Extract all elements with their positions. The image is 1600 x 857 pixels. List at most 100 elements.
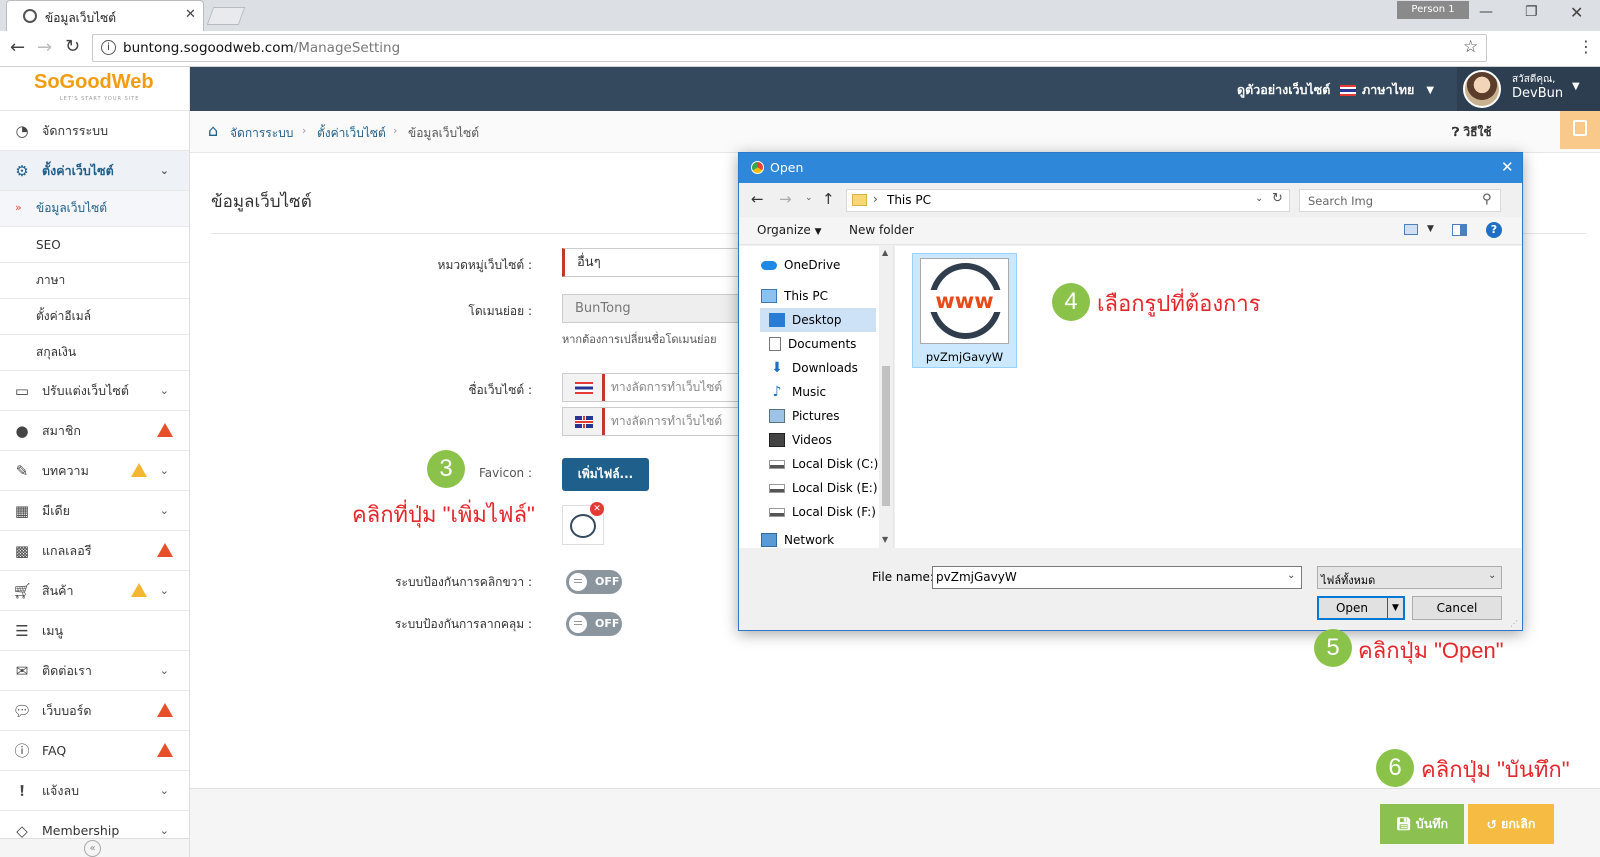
sidebar-item-dashboard[interactable]: ◔ จัดการระบบ bbox=[0, 111, 189, 151]
bookmark-star-icon[interactable]: ☆ bbox=[1463, 37, 1478, 57]
sidebar-item-products[interactable]: 🛒︎ สินค้า ⌄ bbox=[0, 571, 189, 611]
guide-book-button[interactable] bbox=[1560, 111, 1600, 149]
sidebar-subitem-email[interactable]: ตั้งค่าอีเมล์ bbox=[0, 299, 189, 335]
dialog-close-icon[interactable]: ✕ bbox=[1501, 158, 1514, 176]
sidebar-subitem-currency[interactable]: สกุลเงิน bbox=[0, 335, 189, 371]
minimize-icon[interactable]: — bbox=[1479, 4, 1493, 20]
nav-scrollbar[interactable]: ▲ ▼ bbox=[879, 246, 893, 548]
dialog-cancel-button[interactable]: Cancel bbox=[1412, 596, 1502, 620]
save-button[interactable]: 💾︎ บันทึก bbox=[1380, 804, 1464, 844]
language-selector[interactable]: ภาษาไทย ▼ bbox=[1340, 80, 1434, 100]
nav-label: OneDrive bbox=[784, 258, 841, 272]
preview-pane-icon[interactable] bbox=[1452, 224, 1467, 236]
scroll-thumb[interactable] bbox=[882, 366, 890, 506]
organize-button[interactable]: Organize ▼ bbox=[757, 223, 822, 237]
help-icon[interactable]: ? bbox=[1486, 222, 1502, 238]
close-tab-icon[interactable]: ✕ bbox=[185, 7, 196, 22]
category-select[interactable]: อื่นๆ bbox=[562, 248, 742, 277]
new-tab-button[interactable] bbox=[206, 7, 246, 25]
forward-icon[interactable]: → bbox=[37, 37, 52, 58]
open-button[interactable]: Open ▼ bbox=[1317, 596, 1405, 620]
thai-flag-icon bbox=[1340, 84, 1356, 96]
sidebar-subitem-seo[interactable]: SEO bbox=[0, 227, 189, 263]
file-type-select[interactable]: ไฟล์ทั้งหมด ⌄ bbox=[1317, 566, 1502, 589]
site-name-en-input[interactable]: ทางลัดการทำเว็บไซต์ bbox=[562, 407, 742, 436]
file-item[interactable]: www pvZmjGavyW bbox=[912, 253, 1017, 368]
site-name-th-input[interactable]: ทางลัดการทำเว็บไซต์ bbox=[562, 373, 742, 402]
cancel-button[interactable]: ↺ ยกเลิก bbox=[1468, 804, 1554, 844]
maximize-icon[interactable]: ❐ bbox=[1525, 4, 1538, 20]
nav-this-pc[interactable]: This PC bbox=[761, 284, 891, 308]
sidebar-subitem-site-info[interactable]: » ข้อมูลเว็บไซต์ bbox=[0, 191, 189, 227]
nav-onedrive[interactable]: OneDrive bbox=[761, 253, 891, 277]
view-options-icon[interactable] bbox=[1404, 224, 1418, 235]
scroll-down-icon[interactable]: ▼ bbox=[882, 535, 888, 544]
nav-downloads[interactable]: ⬇ Downloads bbox=[769, 356, 893, 380]
sidebar-item-label: จัดการระบบ bbox=[42, 122, 109, 138]
nav-pictures[interactable]: Pictures bbox=[769, 404, 893, 428]
profile-badge[interactable]: Person 1 bbox=[1397, 1, 1469, 19]
dialog-up-icon[interactable]: ↑ bbox=[822, 190, 835, 208]
remove-favicon-icon[interactable]: ✕ bbox=[590, 502, 604, 516]
sidebar-item-faq[interactable]: ⓘ FAQ bbox=[0, 731, 189, 771]
subdomain-input[interactable]: BunTong bbox=[562, 294, 742, 323]
sidebar-item-report[interactable]: ❗︎ แจ้งลบ ⌄ bbox=[0, 771, 189, 811]
sidebar-subitem-language[interactable]: ภาษา bbox=[0, 263, 189, 299]
dialog-forward-icon[interactable]: → bbox=[779, 190, 792, 208]
warning-icon bbox=[157, 703, 173, 717]
breadcrumb-item[interactable]: ตั้งค่าเว็บไซต์ bbox=[317, 124, 386, 143]
dialog-back-icon[interactable]: ← bbox=[751, 190, 764, 208]
new-folder-button[interactable]: New folder bbox=[849, 223, 914, 237]
dialog-search-input[interactable]: Search Img ⚲ bbox=[1299, 189, 1501, 212]
resize-grip-icon[interactable]: ⋰ bbox=[1510, 619, 1518, 628]
chevron-down-icon[interactable]: ⌄ bbox=[1287, 570, 1295, 581]
preview-site-link[interactable]: ดูตัวอย่างเว็บไซต์ bbox=[1237, 80, 1330, 100]
sidebar-item-contact[interactable]: ✉ ติดต่อเรา ⌄ bbox=[0, 651, 189, 691]
breadcrumb-item[interactable]: จัดการระบบ bbox=[230, 124, 293, 143]
right-click-toggle[interactable]: OFF bbox=[566, 570, 622, 594]
sidebar-item-gallery[interactable]: ▩ แกลเลอรี bbox=[0, 531, 189, 571]
sidebar-item-articles[interactable]: ✎ บทความ ⌄ bbox=[0, 451, 189, 491]
info-icon: i bbox=[101, 40, 116, 55]
drag-protect-toggle[interactable]: OFF bbox=[566, 612, 622, 636]
file-name-label: File name: bbox=[872, 570, 934, 584]
path-refresh-icon[interactable]: ↻ bbox=[1272, 191, 1283, 206]
dialog-recent-icon[interactable]: ⌄ bbox=[805, 193, 813, 203]
sidebar-item-webboard[interactable]: 💬︎ เว็บบอร์ด bbox=[0, 691, 189, 731]
view-dropdown-icon[interactable]: ▼ bbox=[1427, 224, 1434, 234]
nav-videos[interactable]: Videos bbox=[769, 428, 893, 452]
scroll-up-icon[interactable]: ▲ bbox=[882, 248, 888, 257]
sidebar-item-site-settings[interactable]: ⚙ ตั้งค่าเว็บไซต์ ⌄ bbox=[0, 151, 189, 191]
address-bar[interactable]: i buntong.sogoodweb.com/ManageSetting ☆ bbox=[92, 34, 1487, 62]
url-host: buntong.sogoodweb.com bbox=[123, 40, 294, 56]
add-file-button[interactable]: เพิ่มไฟล์... bbox=[562, 458, 649, 491]
nav-network[interactable]: Network bbox=[761, 528, 891, 548]
help-link[interactable]: ❓︎ วิธีใช้ bbox=[1452, 123, 1491, 142]
nav-disk-f[interactable]: Local Disk (F:) bbox=[769, 500, 893, 524]
back-icon[interactable]: ← bbox=[10, 37, 25, 58]
nav-label: Videos bbox=[792, 433, 832, 447]
nav-disk-e[interactable]: Local Disk (E:) bbox=[769, 476, 893, 500]
user-icon: ● bbox=[15, 421, 29, 440]
browser-tab[interactable]: ข้อมูลเว็บไซต์ ✕ bbox=[6, 0, 204, 31]
split-dropdown-icon[interactable]: ▼ bbox=[1387, 598, 1403, 618]
nav-disk-c[interactable]: Local Disk (C:) bbox=[769, 452, 893, 476]
sidebar-item-members[interactable]: ● สมาชิก bbox=[0, 411, 189, 451]
nav-music[interactable]: ♪ Music bbox=[769, 380, 893, 404]
window-close-icon[interactable]: ✕ bbox=[1570, 3, 1583, 22]
dialog-path-bar[interactable]: › This PC ⌄ ↻ bbox=[846, 189, 1290, 212]
sidebar-item-media[interactable]: ▦ มีเดีย ⌄ bbox=[0, 491, 189, 531]
path-dropdown-icon[interactable]: ⌄ bbox=[1255, 193, 1263, 204]
menu-icon[interactable]: ⋮ bbox=[1578, 37, 1594, 56]
user-menu[interactable]: สวัสดีคุณ, DevBun ▼ bbox=[1457, 67, 1600, 111]
collapse-sidebar-button[interactable]: « bbox=[0, 838, 189, 857]
file-name-input[interactable]: pvZmjGavyW ⌄ bbox=[932, 566, 1302, 589]
nav-documents[interactable]: Documents bbox=[769, 332, 893, 356]
reload-icon[interactable]: ↻ bbox=[65, 36, 80, 57]
path-separator-icon: › bbox=[873, 192, 878, 206]
nav-desktop[interactable]: Desktop bbox=[760, 308, 876, 332]
dashboard-icon: ◔ bbox=[15, 121, 29, 140]
logo[interactable]: SoGoodWeb LET'S START YOUR SITE bbox=[0, 67, 190, 111]
sidebar-item-menu[interactable]: ☰ เมนู bbox=[0, 611, 189, 651]
sidebar-item-customize[interactable]: ▭ ปรับแต่งเว็บไซต์ ⌄ bbox=[0, 371, 189, 411]
